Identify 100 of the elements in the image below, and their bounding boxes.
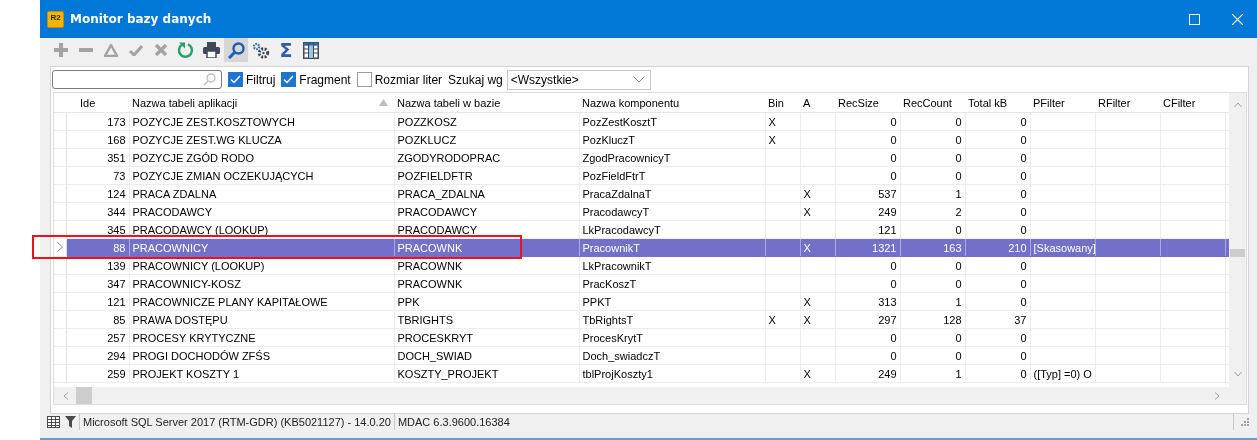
table-cell: X (803, 187, 811, 200)
table-cell: 0 (1020, 151, 1027, 164)
search-by-label: Szukaj wg (448, 72, 503, 87)
table-row[interactable]: 124 PRACA ZDALNA PRACA_ZDALNA PracaZdalnaT X 537 1 0 (54, 184, 1229, 203)
table-row[interactable]: 73 POZYCJE ZMIAN OCZEKUJĄCYCH POZFIELDFTR PozFieldFtrT 0 0 0 (54, 166, 1229, 185)
table-cell: 210 (1008, 241, 1027, 254)
table-row[interactable]: 85 PRAWA DOSTĘPU TBRIGHTS TbRightsT X X 297 128 37 (54, 310, 1229, 329)
table-cell: LkPracownikT (582, 259, 652, 272)
table-cell: POZZKOSZ (397, 115, 457, 128)
table-cell: 0 (1020, 169, 1027, 182)
server-version: Microsoft SQL Server 2017 (RTM-GDR) (KB5021127) - 14.0.20 (83, 416, 391, 428)
table-cell: 351 (107, 151, 126, 164)
printer-icon (202, 42, 220, 58)
table-cell: POZYCJE ZMIAN OCZEKUJĄCYCH (132, 169, 314, 182)
table-icon[interactable] (47, 416, 60, 428)
table-cell: 0 (1020, 223, 1027, 236)
current-row-icon (57, 241, 63, 252)
cross-icon (155, 44, 167, 56)
table-cell: 1321 (872, 241, 897, 254)
table-cell: ZgodPracownicyT (582, 151, 671, 164)
horizontal-scrollbar[interactable] (54, 387, 1229, 404)
table-cell: X (803, 295, 811, 308)
table-cell: 0 (955, 331, 962, 344)
table-row[interactable]: 347 PRACOWNICY-KOSZ PRACOWNK PracKoszT 0 0 0 (54, 274, 1229, 293)
table-cell: 0 (1020, 259, 1027, 272)
chevron-down-icon (632, 76, 645, 83)
table-cell: POZYCJE ZEST.WG KLUCZA (132, 133, 282, 146)
table-cell: DOCH_SWIAD (397, 349, 473, 362)
table-cell: 0 (955, 259, 962, 272)
table-cell: PROGI DOCHODÓW ZFŚS (132, 349, 270, 362)
table-cell: 0 (1020, 187, 1027, 200)
table-cell: PRACA ZDALNA (132, 187, 217, 200)
table-row[interactable]: 257 PROCESY KRYTYCZNE PROCESKRYT ProcesKrytT 0 0 0 (54, 328, 1229, 347)
table-cell: 249 (878, 205, 897, 218)
table-cell: X (768, 133, 776, 146)
table-cell: PPKT (582, 295, 612, 308)
columns-icon (303, 41, 319, 59)
table-cell: 2 (955, 205, 962, 218)
table-row[interactable]: 345 PRACODAWCY (LOOKUP) PRACODAWCY LkPracodawcyT 121 0 0 (54, 220, 1229, 239)
table-cell: 0 (890, 115, 897, 128)
table-cell: 121 (878, 223, 897, 236)
table-cell: 0 (1020, 115, 1027, 128)
table-cell: 345 (107, 223, 126, 236)
table-cell: PPK (397, 295, 420, 308)
table-cell: 128 (943, 313, 962, 326)
checkbox-label: Rozmiar liter (374, 72, 443, 87)
search-button[interactable] (224, 38, 248, 62)
scrollbar-thumb[interactable] (76, 387, 92, 404)
checkbox[interactable] (356, 72, 372, 87)
table-cell: 163 (943, 241, 962, 254)
table-row[interactable]: 259 PROJEKT KOSZTY 1 KOSZTY_PROJEKT tblProjKoszty1 X 249 1 0 ([Typ] =0) O (54, 364, 1229, 383)
search-field[interactable] (52, 70, 222, 89)
table-cell: PracodawcyT (582, 205, 650, 218)
table-cell: PRACOWNICY (LOOKUP) (132, 259, 265, 272)
table-cell: PozZestKosztT (582, 115, 658, 128)
table-cell: 139 (107, 259, 126, 272)
table-cell: X (768, 313, 776, 326)
table-cell: KOSZTY_PROJEKT (397, 367, 499, 380)
resize-grip-icon[interactable] (1241, 418, 1249, 426)
table-row[interactable]: 351 POZYCJE ZGÓD RODO ZGODYRODOPRAC ZgodPracownicyT 0 0 0 (54, 148, 1229, 167)
sum-button[interactable]: Σ (274, 38, 298, 62)
table-cell: 73 (113, 169, 126, 182)
checkbox[interactable] (281, 72, 297, 87)
table-cell: 0 (1020, 205, 1027, 218)
vertical-scrollbar[interactable] (1229, 93, 1246, 404)
scrollbar-thumb[interactable] (1230, 249, 1245, 257)
filter-icon[interactable] (65, 416, 76, 428)
table-cell: X (803, 367, 811, 380)
table-cell: PracKoszT (582, 277, 637, 290)
close-icon (1231, 13, 1243, 25)
table-cell: TbRightsT (582, 313, 634, 326)
table-cell: 0 (955, 151, 962, 164)
table-row[interactable]: 121 PRACOWNICZE PLANY KAPITAŁOWE PPK PPKT X 313 1 0 (54, 292, 1229, 311)
table-cell: 0 (1020, 331, 1027, 344)
gears-icon (252, 41, 270, 59)
table-cell: PracownikT (582, 241, 640, 254)
table-cell: PRACODAWCY (397, 205, 478, 218)
table-cell: 0 (1020, 367, 1027, 380)
table-cell: 313 (878, 295, 897, 308)
table-row[interactable]: 344 PRACODAWCY PRACODAWCY PracodawcyT X 249 2 0 (54, 202, 1229, 221)
search-by-dropdown[interactable]: <Wszystkie> (506, 69, 651, 90)
table-cell: X (768, 115, 776, 128)
table-cell: ZGODYRODOPRAC (397, 151, 501, 164)
table-cell: 257 (107, 331, 126, 344)
table-row[interactable]: 294 PROGI DOCHODÓW ZFŚS DOCH_SWIAD Doch_swiadczT 0 0 0 (54, 346, 1229, 365)
checkbox[interactable] (228, 72, 243, 87)
table-cell: 0 (890, 259, 897, 272)
table-cell: 0 (1020, 133, 1027, 146)
table-cell: PracaZdalnaT (582, 187, 652, 200)
table-cell: 249 (878, 367, 897, 380)
table-cell: X (803, 205, 811, 218)
table-cell: POZFIELDFTR (397, 169, 473, 182)
table-row[interactable]: 139 PRACOWNICY (LOOKUP) PRACOWNK LkPracownikT 0 0 0 (54, 256, 1229, 275)
table-cell: 1 (955, 187, 962, 200)
table-row[interactable]: 173 POZYCJE ZEST.KOSZTOWYCH POZZKOSZ PozZestKosztT X 0 0 0 (54, 112, 1229, 131)
table-row[interactable]: 168 POZYCJE ZEST.WG KLUCZA POZKLUCZ PozKluczT X 0 0 0 (54, 130, 1229, 149)
table-cell: PRACODAWCY (397, 223, 478, 236)
checkbox-label: Fragment (299, 72, 351, 87)
table-cell: 0 (890, 133, 897, 146)
table-cell: POZYCJE ZEST.KOSZTOWYCH (132, 115, 295, 128)
